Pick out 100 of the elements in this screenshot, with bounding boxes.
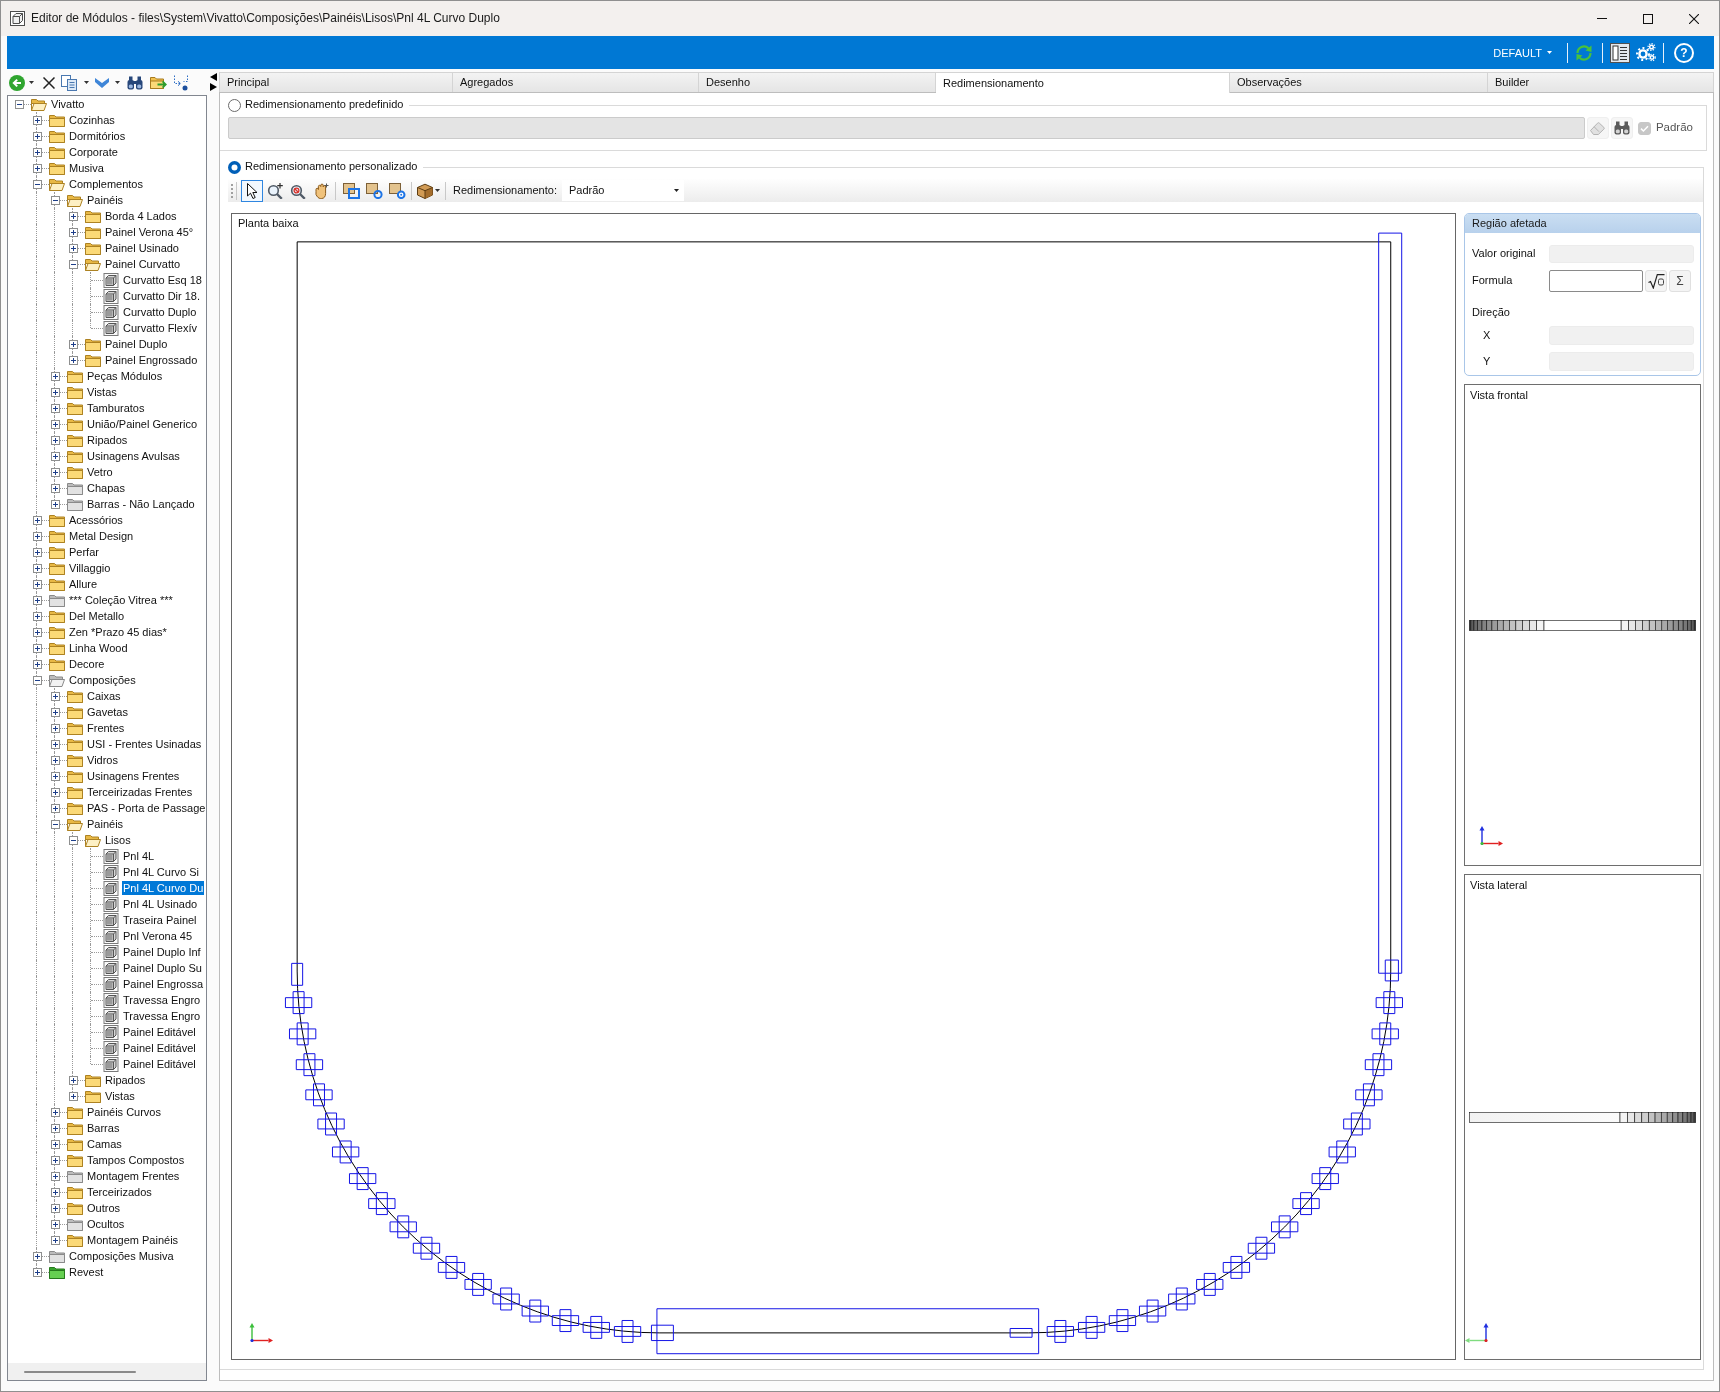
tree-item[interactable]: Pnl Verona 45 xyxy=(122,929,194,943)
plus-box-icon[interactable] xyxy=(50,787,60,797)
tree-item[interactable]: Usinagens Frentes xyxy=(86,769,181,783)
horizontal-scrollbar[interactable] xyxy=(8,1363,206,1380)
plus-box-icon[interactable] xyxy=(50,435,60,445)
plus-box-icon[interactable] xyxy=(32,579,42,589)
tree-item[interactable]: Montagem Painéis xyxy=(86,1233,180,1247)
maximize-icon[interactable] xyxy=(1643,13,1653,24)
tree-item[interactable]: Lisos xyxy=(104,833,132,847)
caret-icon[interactable] xyxy=(84,81,89,84)
plus-box-icon[interactable] xyxy=(50,707,60,717)
tree-item[interactable]: Zen *Prazo 45 dias* xyxy=(68,625,168,639)
plus-box-icon[interactable] xyxy=(32,611,42,621)
tree-item[interactable]: Frentes xyxy=(86,721,126,735)
plus-box-icon[interactable] xyxy=(68,339,78,349)
plus-box-icon[interactable] xyxy=(68,243,78,253)
tree-item[interactable]: USI - Frentes Usinadas xyxy=(86,737,203,751)
tree-item[interactable]: Pnl 4L xyxy=(122,849,156,863)
plus-box-icon[interactable] xyxy=(50,739,60,749)
tab[interactable]: Redimensionamento xyxy=(936,72,1230,93)
minus-box-icon[interactable] xyxy=(50,195,60,205)
plus-box-icon[interactable] xyxy=(32,515,42,525)
plus-box-icon[interactable] xyxy=(50,1155,60,1165)
right-triangle-icon[interactable] xyxy=(209,83,217,91)
plus-box-icon[interactable] xyxy=(50,483,60,493)
tree-item[interactable]: Allure xyxy=(68,577,99,591)
minus-box-icon[interactable] xyxy=(68,259,78,269)
tree-item[interactable]: Painel Usinado xyxy=(104,241,180,255)
folder-arrow-icon[interactable] xyxy=(150,75,167,90)
tab[interactable]: Builder xyxy=(1488,72,1714,92)
tree-item[interactable]: Corporate xyxy=(68,145,119,159)
tree-item[interactable]: Painel Curvatto xyxy=(104,257,182,271)
caret-icon[interactable] xyxy=(29,81,34,84)
layout-icon[interactable] xyxy=(1610,42,1630,63)
tree-item[interactable]: Terceirizados xyxy=(86,1185,153,1199)
minus-box-icon[interactable] xyxy=(50,819,60,829)
tree-item[interactable]: Vetro xyxy=(86,465,114,479)
tree-item[interactable]: Curvatto Esq 18 xyxy=(122,273,203,287)
plus-box-icon[interactable] xyxy=(50,1235,60,1245)
plus-box-icon[interactable] xyxy=(32,147,42,157)
plus-box-icon[interactable] xyxy=(68,227,78,237)
tree-item[interactable]: Vivatto xyxy=(50,97,86,111)
minus-box-icon[interactable] xyxy=(14,99,24,109)
plus-box-icon[interactable] xyxy=(32,115,42,125)
plus-box-icon[interactable] xyxy=(50,691,60,701)
plus-box-icon[interactable] xyxy=(50,1219,60,1229)
tree-item[interactable]: PAS - Porta de Passage xyxy=(86,801,206,815)
plus-box-icon[interactable] xyxy=(68,1075,78,1085)
tree-item[interactable]: Terceirizadas Frentes xyxy=(86,785,194,799)
plus-box-icon[interactable] xyxy=(32,531,42,541)
plus-box-icon[interactable] xyxy=(50,771,60,781)
plus-box-icon[interactable] xyxy=(50,1203,60,1213)
tree-item[interactable]: Painel Duplo Su xyxy=(122,961,203,975)
tree-item[interactable]: Curvatto Duplo xyxy=(122,305,198,319)
tree-item[interactable]: Barras - Não Lançado xyxy=(86,497,196,511)
plus-box-icon[interactable] xyxy=(68,355,78,365)
minus-box-icon[interactable] xyxy=(32,675,42,685)
tree-item[interactable]: Peças Módulos xyxy=(86,369,164,383)
tree-item[interactable]: Metal Design xyxy=(68,529,135,543)
tree-item[interactable]: Vistas xyxy=(86,385,118,399)
binoculars-icon[interactable] xyxy=(127,75,143,90)
plus-box-icon[interactable] xyxy=(50,1139,60,1149)
tab[interactable]: Observações xyxy=(1230,72,1488,92)
tree-item[interactable]: Curvatto Dir 18. xyxy=(122,289,202,303)
radio-button[interactable] xyxy=(228,160,241,174)
tree-item[interactable]: Painel Duplo xyxy=(104,337,169,351)
tree-item[interactable]: Composições xyxy=(68,673,137,687)
tree-item[interactable]: Gavetas xyxy=(86,705,129,719)
tree-item[interactable]: Painel Verona 45° xyxy=(104,225,195,239)
sum-button[interactable]: Σ xyxy=(1669,270,1691,292)
square-root-button[interactable] xyxy=(1645,270,1667,292)
tree-item[interactable]: Painéis xyxy=(86,817,125,831)
plus-box-icon[interactable] xyxy=(32,627,42,637)
tree-item[interactable]: Painéis xyxy=(86,193,125,207)
plus-box-icon[interactable] xyxy=(50,803,60,813)
plus-box-icon[interactable] xyxy=(68,211,78,221)
help-button[interactable]: ? xyxy=(1674,42,1694,63)
plus-box-icon[interactable] xyxy=(50,755,60,765)
tree-item[interactable]: Painel Editável xyxy=(122,1057,197,1071)
tree-item[interactable]: Del Metallo xyxy=(68,609,126,623)
tree-item[interactable]: Villaggio xyxy=(68,561,112,575)
tree-item[interactable]: Composições Musiva xyxy=(68,1249,175,1263)
tree-item[interactable]: Dormitórios xyxy=(68,129,127,143)
tree-item[interactable]: Travessa Engro xyxy=(122,1009,202,1023)
tree-item[interactable]: Painel Engrossa xyxy=(122,977,205,991)
plus-box-icon[interactable] xyxy=(50,403,60,413)
tree-item[interactable]: Painel Editável xyxy=(122,1041,197,1055)
plus-box-icon[interactable] xyxy=(32,163,42,173)
plus-box-icon[interactable] xyxy=(32,547,42,557)
tree-item[interactable]: Acessórios xyxy=(68,513,124,527)
plus-box-icon[interactable] xyxy=(50,1187,60,1197)
resize-mode-select[interactable]: Padrão xyxy=(561,180,684,201)
dashed-arrows-icon[interactable] xyxy=(173,74,189,91)
tree-item[interactable]: Borda 4 Lados xyxy=(104,209,178,223)
tree-item[interactable]: Musiva xyxy=(68,161,105,175)
tree-item[interactable]: Vidros xyxy=(86,753,119,767)
caret-icon[interactable] xyxy=(115,81,120,84)
plus-box-icon[interactable] xyxy=(50,499,60,509)
tree-item[interactable]: Outros xyxy=(86,1201,121,1215)
left-triangle-icon[interactable] xyxy=(209,73,217,81)
